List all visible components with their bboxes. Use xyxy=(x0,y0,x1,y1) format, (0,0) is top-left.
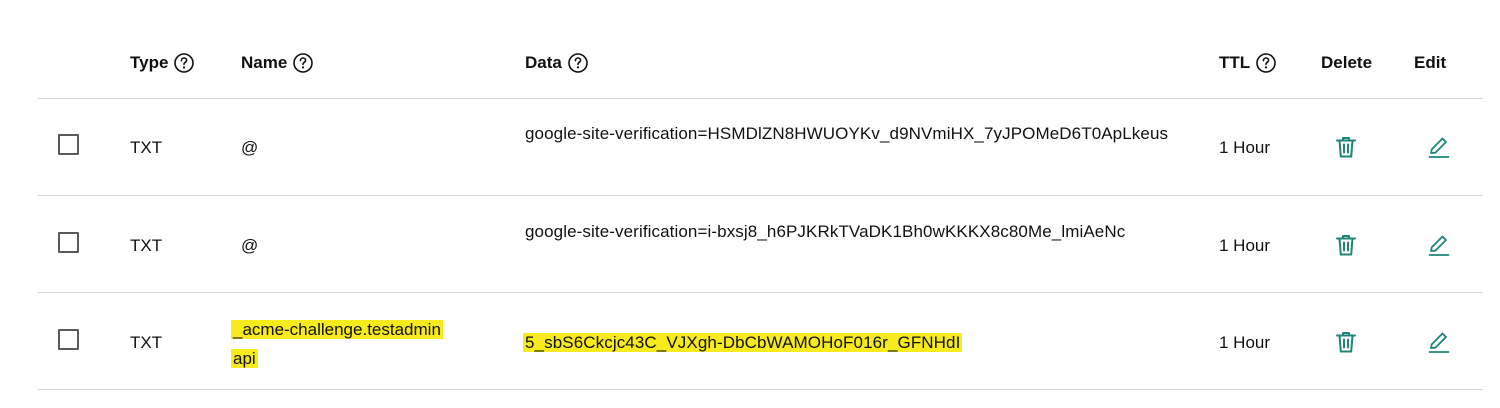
trash-icon[interactable] xyxy=(1333,134,1359,160)
header-edit: Edit xyxy=(1414,53,1446,73)
data-help-icon[interactable] xyxy=(568,53,588,73)
record-name-line2: api xyxy=(231,349,258,368)
row-checkbox[interactable] xyxy=(58,134,79,155)
pencil-icon[interactable] xyxy=(1426,134,1452,160)
record-name: @ xyxy=(241,236,259,255)
row-checkbox[interactable] xyxy=(58,329,79,350)
record-ttl: 1 Hour xyxy=(1219,236,1271,255)
pencil-icon[interactable] xyxy=(1426,329,1452,355)
table-row: TXT @ google-site-verification=i-bxsj8_h… xyxy=(38,196,1483,293)
record-type: TXT xyxy=(130,138,163,157)
record-name: _acme-challenge.testadmin api xyxy=(231,315,481,373)
record-data: google-site-verification=i-bxsj8_h6PJKRk… xyxy=(525,222,1126,241)
type-help-icon[interactable] xyxy=(174,53,195,73)
record-type: TXT xyxy=(130,333,163,352)
ttl-help-icon[interactable] xyxy=(1256,53,1276,73)
header-delete-label: Delete xyxy=(1321,53,1373,72)
trash-icon[interactable] xyxy=(1333,232,1359,258)
record-data-highlighted: 5_sbS6Ckcjc43C_VJXgh-DbCbWAMOHoF016r_GFN… xyxy=(523,333,963,352)
record-type: TXT xyxy=(130,236,163,255)
record-data: google-site-verification=HSMDlZN8HWUOYKv… xyxy=(525,124,1169,143)
header-data-label: Data xyxy=(525,53,562,72)
dns-records-table: Type Name Data TTL Delete Edit TXT @ goo… xyxy=(38,0,1483,390)
header-ttl: TTL xyxy=(1219,53,1276,73)
table-row: TXT _acme-challenge.testadmin api 5_sbS6… xyxy=(38,293,1483,390)
row-checkbox[interactable] xyxy=(58,232,79,253)
trash-icon[interactable] xyxy=(1333,329,1359,355)
header-type: Type xyxy=(130,53,195,73)
record-ttl: 1 Hour xyxy=(1219,138,1271,157)
pencil-icon[interactable] xyxy=(1426,232,1452,258)
header-name-label: Name xyxy=(241,53,288,72)
record-ttl: 1 Hour xyxy=(1219,333,1271,352)
header-name: Name xyxy=(241,53,314,73)
record-name-line1: _acme-challenge.testadmin xyxy=(231,320,443,339)
record-data: 5_sbS6Ckcjc43C_VJXgh-DbCbWAMOHoF016r_GFN… xyxy=(523,328,1178,357)
header-delete: Delete xyxy=(1321,53,1372,73)
header-data: Data xyxy=(525,53,588,73)
table-row: TXT @ google-site-verification=HSMDlZN8H… xyxy=(38,99,1483,196)
header-ttl-label: TTL xyxy=(1219,53,1251,72)
record-name: @ xyxy=(241,138,259,157)
header-edit-label: Edit xyxy=(1414,53,1447,72)
header-type-label: Type xyxy=(130,53,169,72)
table-header: Type Name Data TTL Delete Edit xyxy=(38,0,1483,99)
name-help-icon[interactable] xyxy=(293,53,314,73)
